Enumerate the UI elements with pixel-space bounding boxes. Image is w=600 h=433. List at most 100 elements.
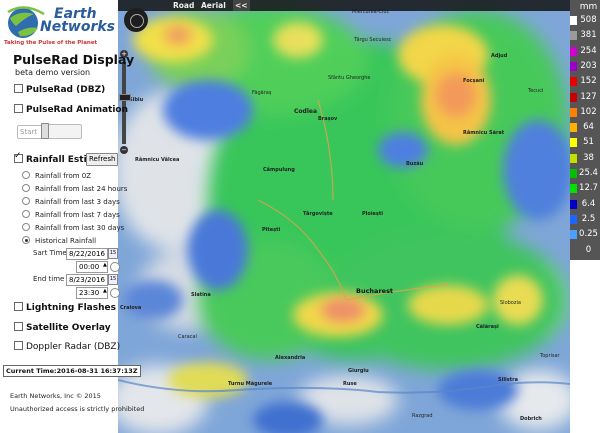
map-label: Buzău [406, 161, 424, 167]
doppler-row[interactable]: Doppler Radar (DBZ) [14, 341, 120, 352]
pulserad-animation-row[interactable]: PulseRad Animation [14, 104, 128, 115]
road-map-button[interactable]: Road [173, 0, 194, 11]
map-label: Călărași [476, 324, 499, 330]
rainfall-radio-selected[interactable] [22, 236, 30, 244]
lightning-row[interactable]: Lightning Flashes [14, 302, 116, 313]
map-type-toolbar: Road Aerial << [118, 0, 570, 11]
end-time-spinner-icon[interactable]: ▲ [103, 288, 107, 294]
collapse-panel-button[interactable]: << [233, 0, 250, 11]
legend-value: 0.25 [579, 229, 598, 240]
start-date-input[interactable]: 8/22/2016 [66, 248, 108, 260]
map-label: Alexandria [275, 355, 306, 361]
legend-value: 152 [580, 76, 597, 87]
end-time-label: End time [33, 275, 65, 283]
legend-value: 203 [580, 60, 597, 71]
rainfall-option-3d[interactable]: Rainfall from last 3 days [22, 197, 120, 206]
rainfall-option-label: Rainfall from 0Z [35, 172, 92, 180]
map-label: Câmpulung [263, 167, 295, 173]
map-label: Silistra [498, 377, 518, 383]
rainfall-estimate-checkbox[interactable] [14, 151, 23, 163]
satellite-row[interactable]: Satellite Overlay [14, 322, 111, 333]
legend-row: 38 [570, 152, 600, 164]
legend-swatch [570, 46, 577, 56]
legend-swatch [570, 245, 577, 255]
map-label: Slatina [191, 292, 211, 298]
rainfall-option-24h[interactable]: Rainfall from last 24 hours [22, 184, 127, 193]
legend-row: 254 [570, 45, 600, 57]
legend-row: 0 [570, 244, 600, 256]
start-clock-icon[interactable] [110, 262, 120, 272]
start-calendar-icon[interactable]: 15 [108, 248, 118, 259]
rainfall-option-label: Rainfall from last 3 days [35, 198, 120, 206]
pulserad-dbz-checkbox[interactable] [14, 84, 23, 93]
pulserad-animation-label: PulseRad Animation [26, 105, 129, 115]
legend-row: 508 [570, 14, 600, 26]
legend-swatch [570, 92, 577, 102]
map-label-capital: Bucharest [356, 287, 394, 295]
rainfall-option-0z[interactable]: Rainfall from 0Z [22, 171, 91, 180]
animation-start-field[interactable]: Start [17, 125, 43, 139]
map-label: Ploiești [362, 211, 383, 217]
rainfall-radio[interactable] [22, 184, 30, 192]
end-clock-icon[interactable] [110, 288, 120, 298]
rainfall-option-historical[interactable]: Historical Rainfall [22, 236, 96, 245]
rainfall-radio[interactable] [22, 171, 30, 179]
legend-value: 381 [580, 30, 597, 41]
start-time-spinner-icon[interactable]: ▲ [103, 262, 107, 268]
legend-swatch [570, 31, 577, 41]
doppler-checkbox[interactable] [14, 341, 23, 350]
pulserad-dbz-label: PulseRad (DBZ) [26, 85, 106, 95]
end-calendar-icon[interactable]: 15 [108, 274, 118, 285]
map-label: Ruse [343, 381, 357, 387]
lightning-checkbox[interactable] [14, 302, 23, 311]
map-label: Toprisar [540, 353, 560, 359]
map-label: Pitești [262, 227, 281, 233]
zoom-slider-handle[interactable] [119, 94, 131, 101]
rainfall-option-label: Rainfall from last 30 days [35, 224, 125, 232]
zoom-slider-track[interactable] [122, 62, 126, 144]
map-label: Râmnicu Sărat [463, 130, 505, 136]
legend-swatch [570, 214, 577, 224]
animation-slider-handle[interactable] [41, 123, 49, 139]
pulserad-animation-checkbox[interactable] [14, 104, 23, 113]
map-label: Tecuci [528, 88, 544, 94]
brand-tagline: Taking the Pulse of the Planet [4, 40, 98, 46]
legend-swatch [570, 107, 577, 117]
refresh-button[interactable]: Refresh [86, 153, 119, 166]
lightning-label: Lightning Flashes [26, 303, 116, 313]
current-time-readout: Current Time:2016-08-31 16:37:13Z [3, 365, 141, 377]
rainfall-overlay [118, 0, 570, 433]
legend-row: 12.7 [570, 182, 600, 194]
rainfall-radio[interactable] [22, 197, 30, 205]
legend-row: 203 [570, 60, 600, 72]
legend-swatch [570, 61, 577, 71]
map-label: Sibiu [129, 97, 144, 103]
map-label: Târgu Secuiesc [354, 37, 392, 43]
map-label: Dobrich [520, 416, 542, 422]
legend-row: 64 [570, 121, 600, 133]
compass-icon [130, 14, 144, 28]
end-date-input[interactable]: 8/23/2016 [66, 274, 108, 286]
rainfall-option-label: Rainfall from last 7 days [35, 211, 120, 219]
legend-value: 64 [583, 122, 594, 133]
aerial-map-button[interactable]: Aerial [201, 0, 226, 11]
map-pan-control[interactable] [124, 8, 148, 32]
map-label: Râmnicu Vâlcea [135, 157, 180, 163]
map-label: Codlea [294, 108, 317, 115]
rainfall-option-30d[interactable]: Rainfall from last 30 days [22, 223, 124, 232]
pulserad-dbz-row[interactable]: PulseRad (DBZ) [14, 84, 105, 95]
rainfall-radio[interactable] [22, 210, 30, 218]
map-label: Caracal [178, 334, 197, 340]
legend-swatch [570, 184, 577, 194]
rainfall-option-7d[interactable]: Rainfall from last 7 days [22, 210, 120, 219]
legend-value: 25.4 [579, 168, 598, 178]
map-canvas[interactable]: Road Aerial << + − Miercurea-Ciuc Târgu … [118, 0, 570, 433]
map-label: Giurgiu [348, 368, 369, 374]
zoom-out-icon[interactable]: − [120, 146, 128, 154]
legend-swatch [570, 230, 577, 240]
doppler-label: Doppler Radar (DBZ) [26, 342, 121, 352]
rainfall-option-label: Rainfall from last 24 hours [35, 185, 128, 193]
satellite-checkbox[interactable] [14, 322, 23, 331]
legend-value: 102 [580, 106, 597, 117]
rainfall-radio[interactable] [22, 223, 30, 231]
